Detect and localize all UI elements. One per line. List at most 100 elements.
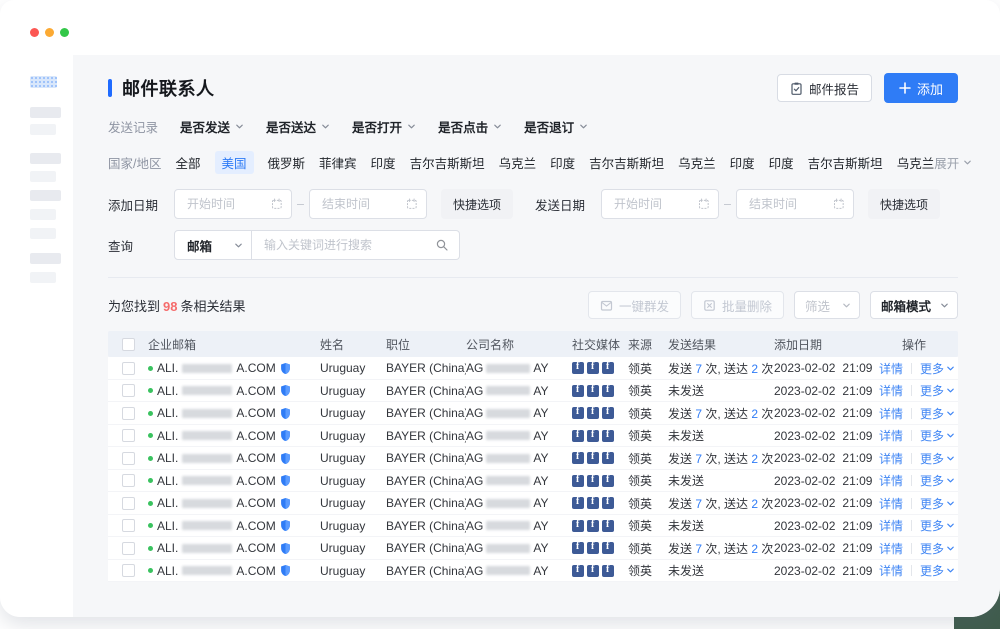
facebook-icon[interactable]	[587, 385, 599, 397]
facebook-icon[interactable]	[587, 520, 599, 532]
row-checkbox[interactable]	[122, 384, 135, 397]
facebook-icon[interactable]	[602, 475, 614, 487]
row-checkbox[interactable]	[122, 519, 135, 532]
more-link[interactable]: 更多	[920, 472, 955, 489]
more-link[interactable]: 更多	[920, 405, 955, 422]
row-checkbox[interactable]	[122, 429, 135, 442]
facebook-icon[interactable]	[587, 362, 599, 374]
facebook-icon[interactable]	[572, 362, 584, 374]
country-option[interactable]: 印度	[550, 153, 575, 172]
detail-link[interactable]: 详情	[879, 472, 903, 489]
sidebar-skeleton-item[interactable]	[30, 107, 61, 118]
facebook-icon[interactable]	[572, 497, 584, 509]
keyword-search-input[interactable]	[262, 237, 435, 253]
country-option[interactable]: 印度	[371, 153, 396, 172]
facebook-icon[interactable]	[572, 452, 584, 464]
country-option[interactable]: 全部	[175, 153, 200, 172]
facebook-icon[interactable]	[587, 430, 599, 442]
facebook-icon[interactable]	[602, 497, 614, 509]
facebook-icon[interactable]	[572, 565, 584, 577]
search-icon[interactable]	[435, 238, 449, 252]
sidebar-skeleton-item[interactable]	[30, 190, 61, 201]
add-button[interactable]: 添加	[884, 73, 958, 103]
more-link[interactable]: 更多	[920, 517, 955, 534]
send-date-quick-options-button[interactable]: 快捷选项	[868, 189, 940, 219]
more-link[interactable]: 更多	[920, 427, 955, 444]
add-date-end-field[interactable]	[320, 196, 402, 212]
facebook-icon[interactable]	[602, 520, 614, 532]
add-date-start-field[interactable]	[185, 196, 267, 212]
facebook-icon[interactable]	[572, 407, 584, 419]
more-link[interactable]: 更多	[920, 540, 955, 557]
facebook-icon[interactable]	[587, 497, 599, 509]
country-option[interactable]: 俄罗斯	[268, 153, 306, 172]
facebook-icon[interactable]	[572, 385, 584, 397]
send-date-start-field[interactable]	[612, 196, 694, 212]
facebook-icon[interactable]	[602, 452, 614, 464]
facebook-icon[interactable]	[587, 542, 599, 554]
detail-link[interactable]: 详情	[879, 562, 903, 579]
add-date-end-input[interactable]	[309, 189, 427, 219]
row-checkbox[interactable]	[122, 362, 135, 375]
facebook-icon[interactable]	[587, 565, 599, 577]
more-link[interactable]: 更多	[920, 360, 955, 377]
sidebar-skeleton-item[interactable]	[30, 209, 56, 220]
more-link[interactable]: 更多	[920, 382, 955, 399]
more-link[interactable]: 更多	[920, 562, 955, 579]
more-link[interactable]: 更多	[920, 450, 955, 467]
maximize-window-button[interactable]	[60, 28, 69, 37]
detail-link[interactable]: 详情	[879, 427, 903, 444]
sidebar-skeleton-item[interactable]	[30, 153, 61, 164]
row-checkbox[interactable]	[122, 564, 135, 577]
sidebar-skeleton-item[interactable]	[30, 253, 61, 264]
country-option[interactable]: 吉尔吉斯斯坦	[410, 153, 485, 172]
row-checkbox[interactable]	[122, 474, 135, 487]
status-filter-dropdown[interactable]: 是否发送	[180, 117, 244, 136]
status-filter-dropdown[interactable]: 是否退订	[524, 117, 588, 136]
row-checkbox[interactable]	[122, 452, 135, 465]
mail-report-button[interactable]: 邮件报告	[777, 74, 872, 102]
select-all-checkbox[interactable]	[122, 338, 135, 351]
status-filter-dropdown[interactable]: 是否点击	[438, 117, 502, 136]
send-date-end-field[interactable]	[747, 196, 829, 212]
detail-link[interactable]: 详情	[879, 517, 903, 534]
facebook-icon[interactable]	[602, 385, 614, 397]
sidebar-skeleton-item[interactable]	[30, 272, 56, 283]
bulk-send-button[interactable]: 一键群发	[588, 291, 681, 319]
sidebar-skeleton-item[interactable]	[30, 228, 56, 239]
status-filter-dropdown[interactable]: 是否打开	[352, 117, 416, 136]
bulk-delete-button[interactable]: 批量删除	[691, 291, 784, 319]
country-option[interactable]: 乌克兰	[678, 153, 716, 172]
add-date-quick-options-button[interactable]: 快捷选项	[441, 189, 513, 219]
country-option[interactable]: 印度	[730, 153, 755, 172]
view-mode-select[interactable]: 邮箱模式	[870, 291, 958, 319]
detail-link[interactable]: 详情	[879, 405, 903, 422]
keyword-search-box[interactable]	[252, 230, 460, 260]
facebook-icon[interactable]	[602, 362, 614, 374]
more-link[interactable]: 更多	[920, 495, 955, 512]
sidebar-skeleton-item[interactable]	[30, 171, 56, 182]
country-option[interactable]: 乌克兰	[499, 153, 537, 172]
detail-link[interactable]: 详情	[879, 360, 903, 377]
sidebar-item-active[interactable]	[30, 76, 57, 88]
row-checkbox[interactable]	[122, 542, 135, 555]
facebook-icon[interactable]	[572, 475, 584, 487]
row-checkbox[interactable]	[122, 407, 135, 420]
send-date-end-input[interactable]	[736, 189, 854, 219]
detail-link[interactable]: 详情	[879, 450, 903, 467]
facebook-icon[interactable]	[587, 407, 599, 419]
facebook-icon[interactable]	[587, 452, 599, 464]
facebook-icon[interactable]	[572, 520, 584, 532]
facebook-icon[interactable]	[602, 430, 614, 442]
expand-toggle[interactable]: 展开	[934, 153, 972, 172]
send-date-start-input[interactable]	[601, 189, 719, 219]
country-option[interactable]: 吉尔吉斯斯坦	[808, 153, 883, 172]
facebook-icon[interactable]	[602, 542, 614, 554]
detail-link[interactable]: 详情	[879, 495, 903, 512]
facebook-icon[interactable]	[602, 407, 614, 419]
row-checkbox[interactable]	[122, 497, 135, 510]
detail-link[interactable]: 详情	[879, 382, 903, 399]
facebook-icon[interactable]	[572, 542, 584, 554]
detail-link[interactable]: 详情	[879, 540, 903, 557]
filter-select[interactable]: 筛选	[794, 291, 860, 319]
